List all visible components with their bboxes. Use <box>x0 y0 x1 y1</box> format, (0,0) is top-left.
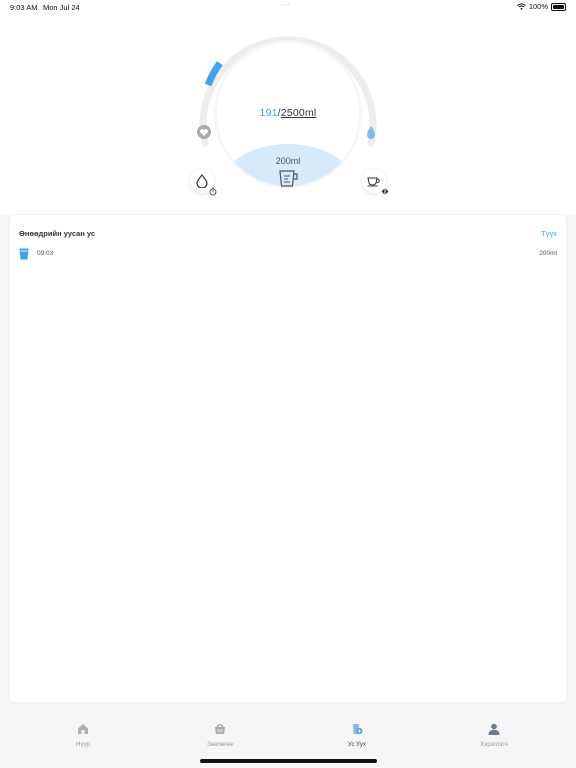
intake-time: 09:03 <box>37 250 54 257</box>
drop-outline-icon <box>196 174 208 188</box>
home-indicator <box>200 759 377 763</box>
drink-button[interactable] <box>260 150 316 192</box>
goal-amount[interactable]: 2500ml <box>281 107 317 119</box>
tab-home[interactable]: Нүүр <box>43 722 123 748</box>
tab-tips[interactable]: Зөвлөгөө <box>180 722 260 748</box>
water-drink-icon <box>353 724 363 734</box>
today-intake-card: Өнөөдрийн уусан ус Түүх 09:03 200ml <box>10 215 566 702</box>
intake-amount: 200ml <box>539 250 557 257</box>
timer-icon <box>209 187 217 196</box>
tab-home-label: Нүүр <box>76 742 90 748</box>
home-icon <box>78 724 88 734</box>
intake-entry[interactable]: 09:03 200ml <box>19 248 557 262</box>
water-glass-icon <box>19 248 29 260</box>
today-intake-title: Өнөөдрийн уусан ус <box>19 229 96 238</box>
tab-user-label: Хэрэглэгч <box>480 742 508 748</box>
water-dial: 191/2500ml 200ml <box>0 0 576 214</box>
tab-drink-water-label: Ус Уух <box>348 742 366 748</box>
current-amount: 191 <box>259 107 278 119</box>
heart-icon <box>197 125 211 139</box>
tab-drink-water[interactable]: Ус Уух <box>317 722 397 748</box>
history-link[interactable]: Түүх <box>541 229 557 238</box>
user-icon <box>488 723 500 735</box>
water-counter: 191/2500ml <box>0 107 576 119</box>
tab-tips-label: Зөвлөгөө <box>207 742 233 748</box>
coffee-cup-icon <box>367 177 380 186</box>
basket-icon <box>215 724 225 734</box>
tab-user[interactable]: Хэрэглэгч <box>454 722 534 748</box>
switch-arrows-icon <box>381 188 389 195</box>
